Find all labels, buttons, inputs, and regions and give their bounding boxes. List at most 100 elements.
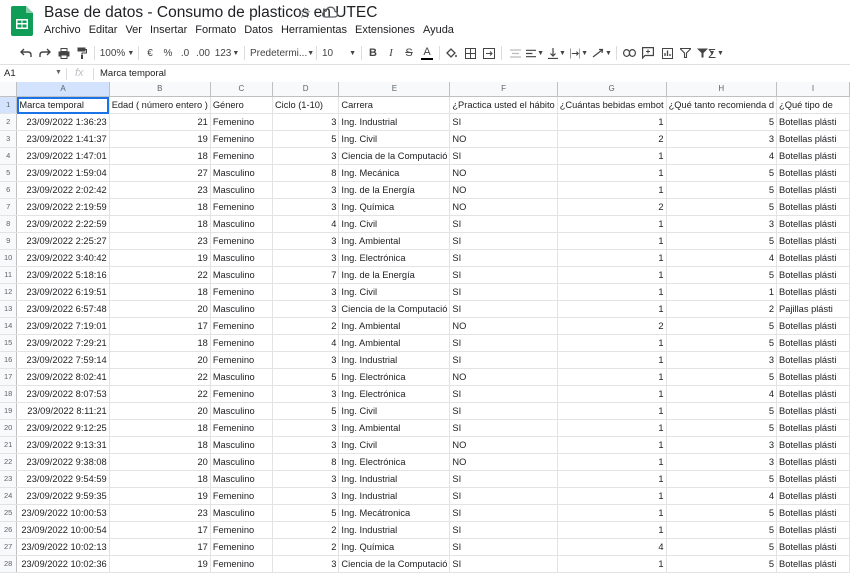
cell[interactable]: Botellas plásti <box>776 368 850 386</box>
cell[interactable]: 4 <box>272 215 340 233</box>
cell[interactable]: 23/09/2022 3:40:42 <box>16 249 110 267</box>
cell[interactable]: Masculino <box>210 504 273 522</box>
decrease-decimals-button[interactable]: .0 <box>178 44 192 62</box>
borders-icon[interactable] <box>463 44 477 62</box>
cell[interactable]: 5 <box>666 521 778 539</box>
cell[interactable]: Ing. de la Energía <box>338 266 451 284</box>
cell[interactable]: Botellas plásti <box>776 504 850 522</box>
cell[interactable]: SI <box>449 113 558 131</box>
cell[interactable]: Femenino <box>210 283 273 301</box>
cell[interactable]: 20 <box>109 402 211 420</box>
cell[interactable]: 5 <box>666 198 778 216</box>
cell[interactable]: Ing. Industrial <box>338 487 451 505</box>
cell[interactable]: Ing. Ambiental <box>338 334 451 352</box>
cell[interactable]: 5 <box>666 334 778 352</box>
cell[interactable]: 1 <box>557 504 667 522</box>
row-number[interactable]: 19 <box>0 402 18 420</box>
cell[interactable]: 3 <box>666 215 778 233</box>
cell[interactable]: Masculino <box>210 470 273 488</box>
cell[interactable]: Ing. Química <box>338 198 451 216</box>
menu-item-herramientas[interactable]: Herramientas <box>281 24 347 36</box>
cell[interactable]: Botellas plásti <box>776 130 850 148</box>
cell[interactable]: 5 <box>666 538 778 556</box>
cell[interactable]: 18 <box>109 283 211 301</box>
cell[interactable]: Botellas plásti <box>776 487 850 505</box>
functions-icon[interactable]: Σ ▼ <box>705 44 727 62</box>
cell[interactable]: 3 <box>272 181 340 199</box>
cell[interactable]: 5 <box>272 504 340 522</box>
cell[interactable]: Masculino <box>210 215 273 233</box>
cell[interactable]: Femenino <box>210 555 273 573</box>
cell[interactable]: Botellas plásti <box>776 164 850 182</box>
cell[interactable]: 23/09/2022 5:18:16 <box>16 266 110 284</box>
row-number[interactable]: 8 <box>0 215 18 233</box>
cell[interactable]: 20 <box>109 351 211 369</box>
cell[interactable]: 8 <box>272 164 340 182</box>
cell[interactable]: Botellas plásti <box>776 249 850 267</box>
cell[interactable]: 23/09/2022 8:02:41 <box>16 368 110 386</box>
row-number[interactable]: 24 <box>0 487 18 505</box>
cell[interactable]: 18 <box>109 215 211 233</box>
menu-item-ver[interactable]: Ver <box>125 24 142 36</box>
cell[interactable]: Botellas plásti <box>776 266 850 284</box>
cell[interactable]: SI <box>449 283 558 301</box>
cell[interactable]: 3 <box>666 130 778 148</box>
cell[interactable]: Ing. Electrónica <box>338 453 451 471</box>
cell[interactable]: 23/09/2022 6:19:51 <box>16 283 110 301</box>
column-header-a[interactable]: A <box>16 82 110 97</box>
cell[interactable]: 17 <box>109 317 211 335</box>
cell[interactable]: 2 <box>666 300 778 318</box>
cell[interactable]: 2 <box>557 198 667 216</box>
cell[interactable]: SI <box>449 334 558 352</box>
name-box[interactable]: A1 <box>4 68 16 79</box>
cell[interactable]: 1 <box>557 351 667 369</box>
cell[interactable]: 22 <box>109 368 211 386</box>
cell[interactable]: SI <box>449 147 558 165</box>
cell[interactable]: Botellas plásti <box>776 198 850 216</box>
column-header-f[interactable]: F <box>449 82 558 97</box>
cell[interactable]: Femenino <box>210 130 273 148</box>
cell[interactable]: 23/09/2022 10:00:54 <box>16 521 110 539</box>
cell[interactable]: Femenino <box>210 385 273 403</box>
cell[interactable]: 1 <box>557 419 667 437</box>
star-icon[interactable]: ☆ <box>298 4 311 22</box>
vertical-align-icon[interactable]: ▼ <box>548 44 566 62</box>
cell[interactable]: 3 <box>272 147 340 165</box>
menu-item-extensiones[interactable]: Extensiones <box>355 24 415 36</box>
cell[interactable]: 3 <box>272 487 340 505</box>
cell[interactable]: 1 <box>557 266 667 284</box>
cell[interactable]: Botellas plásti <box>776 334 850 352</box>
cell[interactable]: 23/09/2022 10:02:36 <box>16 555 110 573</box>
cell[interactable]: 5 <box>272 130 340 148</box>
cell[interactable]: 20 <box>109 300 211 318</box>
header-cell[interactable]: Ciclo (1-10) <box>272 96 340 114</box>
cell[interactable]: 1 <box>557 555 667 573</box>
row-number[interactable]: 21 <box>0 436 18 454</box>
cell[interactable]: NO <box>449 181 558 199</box>
cell[interactable]: SI <box>449 266 558 284</box>
cell[interactable]: Ing. Electrónica <box>338 249 451 267</box>
cell[interactable]: Ing. Civil <box>338 283 451 301</box>
formula-input[interactable]: Marca temporal <box>100 68 166 79</box>
cell[interactable]: Ing. Mecátronica <box>338 504 451 522</box>
row-number[interactable]: 13 <box>0 300 18 318</box>
cell[interactable]: 2 <box>272 521 340 539</box>
cell[interactable]: Botellas plásti <box>776 283 850 301</box>
filter-icon[interactable] <box>678 44 692 62</box>
cell[interactable]: SI <box>449 504 558 522</box>
cell[interactable]: 5 <box>666 113 778 131</box>
cell[interactable]: SI <box>449 470 558 488</box>
bold-button[interactable]: B <box>367 44 379 62</box>
cell[interactable]: Botellas plásti <box>776 232 850 250</box>
column-header-d[interactable]: D <box>272 82 340 97</box>
cell[interactable]: Femenino <box>210 521 273 539</box>
menu-item-insertar[interactable]: Insertar <box>150 24 187 36</box>
cell[interactable]: SI <box>449 555 558 573</box>
cell[interactable]: 3 <box>272 419 340 437</box>
cell[interactable]: Femenino <box>210 147 273 165</box>
cell[interactable]: 23/09/2022 1:59:04 <box>16 164 110 182</box>
row-number[interactable]: 5 <box>0 164 18 182</box>
cell[interactable]: 23/09/2022 10:02:13 <box>16 538 110 556</box>
cell[interactable]: 23/09/2022 9:59:35 <box>16 487 110 505</box>
cell[interactable]: NO <box>449 130 558 148</box>
